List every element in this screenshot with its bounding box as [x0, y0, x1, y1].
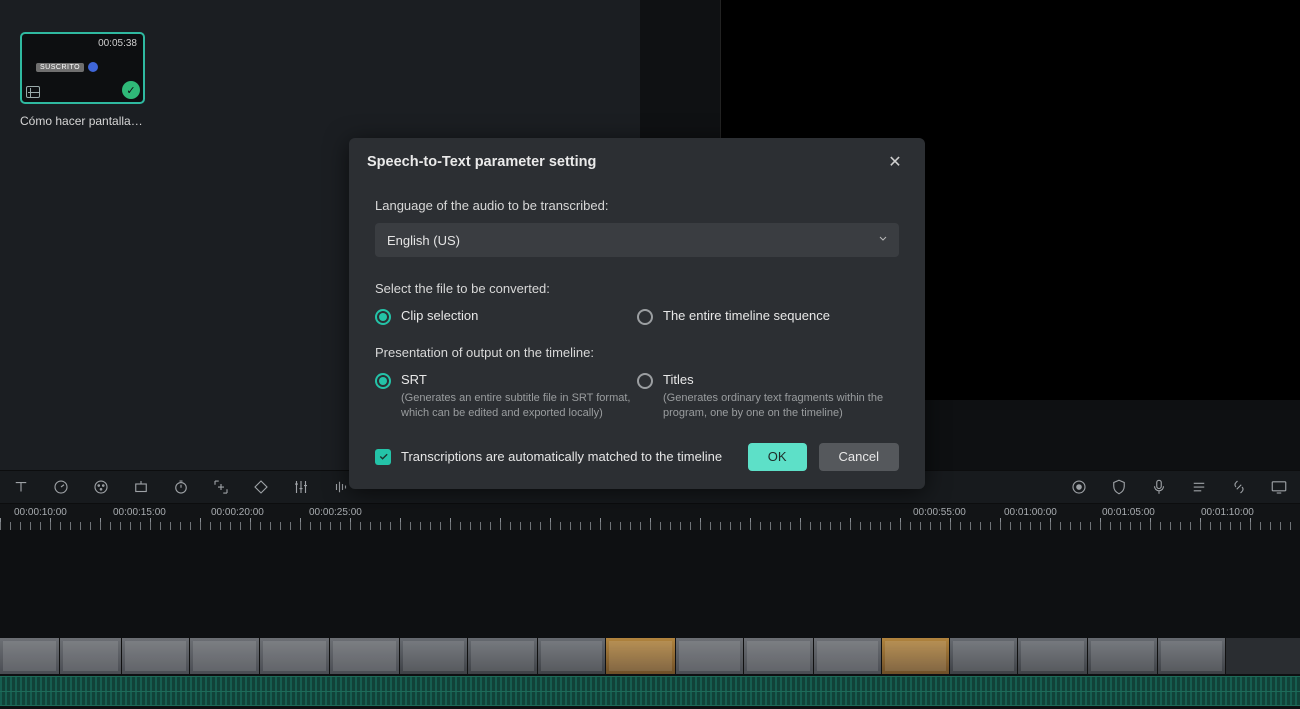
radio-titles-label: Titles [663, 372, 893, 387]
radio-icon [375, 373, 391, 389]
radio-titles[interactable]: Titles (Generates ordinary text fragment… [637, 372, 899, 421]
radio-entire-timeline[interactable]: The entire timeline sequence [637, 308, 899, 325]
radio-icon [637, 309, 653, 325]
radio-srt[interactable]: SRT (Generates an entire subtitle file i… [375, 372, 637, 421]
dialog-backdrop: Speech-to-Text parameter setting ✕ Langu… [0, 0, 1300, 709]
language-select[interactable]: English (US) [375, 223, 899, 257]
radio-timeline-label: The entire timeline sequence [663, 308, 830, 323]
presentation-label: Presentation of output on the timeline: [375, 345, 899, 360]
radio-srt-label: SRT [401, 372, 631, 387]
auto-match-label: Transcriptions are automatically matched… [401, 449, 722, 464]
radio-clip-selection[interactable]: Clip selection [375, 308, 637, 325]
radio-titles-description: (Generates ordinary text fragments withi… [663, 391, 893, 421]
language-value: English (US) [387, 233, 460, 248]
select-file-label: Select the file to be converted: [375, 281, 899, 296]
auto-match-checkbox[interactable]: Transcriptions are automatically matched… [375, 449, 722, 465]
radio-clip-label: Clip selection [401, 308, 478, 323]
language-label: Language of the audio to be transcribed: [375, 198, 899, 213]
cancel-button[interactable]: Cancel [819, 443, 899, 471]
radio-srt-description: (Generates an entire subtitle file in SR… [401, 391, 631, 421]
ok-button[interactable]: OK [748, 443, 807, 471]
close-icon[interactable]: ✕ [885, 152, 905, 172]
radio-icon [375, 309, 391, 325]
speech-to-text-dialog: Speech-to-Text parameter setting ✕ Langu… [349, 138, 925, 489]
chevron-down-icon [877, 233, 889, 248]
dialog-title: Speech-to-Text parameter setting [367, 154, 596, 170]
radio-icon [637, 373, 653, 389]
checkbox-checked-icon [375, 449, 391, 465]
